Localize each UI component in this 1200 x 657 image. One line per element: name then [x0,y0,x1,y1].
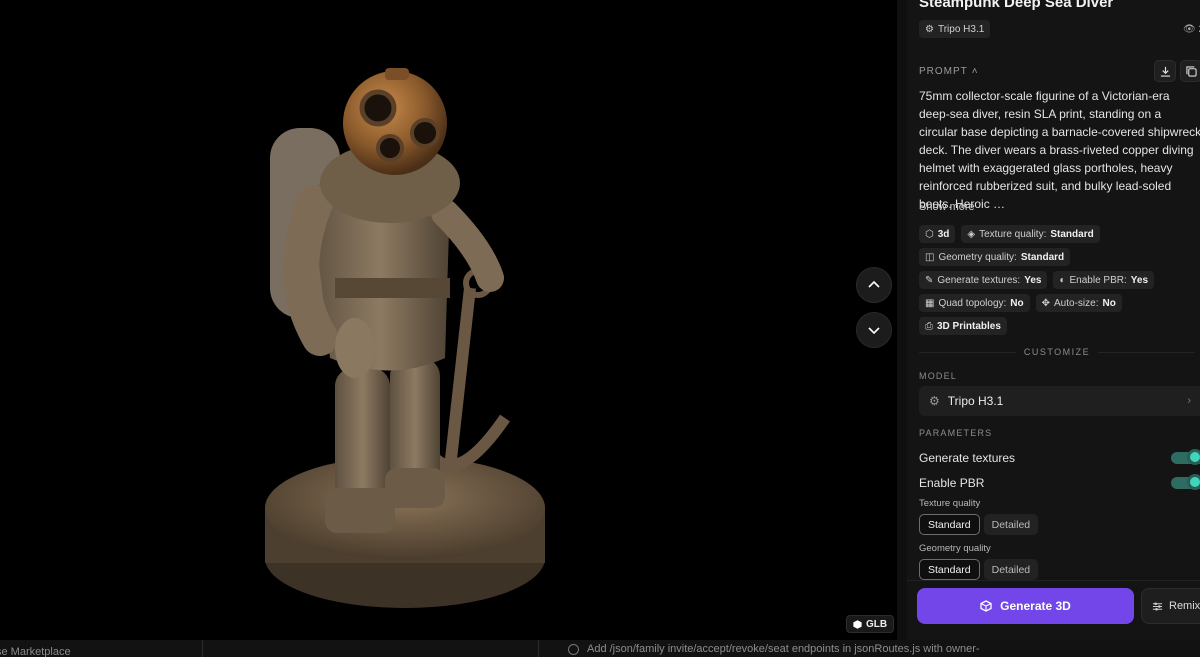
cube-icon [853,619,862,629]
tag-row-1: ⬡ 3d ◈ Texture quality: Standard [919,225,1100,243]
texture-standard-option[interactable]: Standard [919,514,980,535]
geometry-detailed-option[interactable]: Detailed [983,559,1039,580]
model-badge: ⚙ Tripo H3.1 [919,20,991,38]
geometry-quality-label: Geometry quality [919,543,991,554]
sliders-icon [1152,601,1163,611]
generate-3d-label: Generate 3D [1000,599,1071,613]
details-panel: Steampunk Deep Sea Diver ⚙ Tripo H3.1 👁 … [907,0,1200,580]
customize-divider: CUSTOMIZE [919,347,1195,357]
circle-icon [568,643,579,655]
background-left-text: se Marketplace [0,646,71,657]
generate-3d-button[interactable]: Generate 3D [917,588,1134,624]
material-icon: ◐ [1059,274,1066,286]
prompt-toggle[interactable]: PROMPT ˄ [919,66,979,77]
chevron-up-icon: ˄ [971,66,979,77]
parameters-label: PARAMETERS [919,428,993,438]
divider [202,640,203,657]
eye-icon: 👁 [1182,24,1196,35]
generate-textures-row: Generate textures [919,451,1200,465]
brush-icon: ✎ [925,274,934,286]
copy-icon [1185,65,1197,77]
divider [538,640,539,657]
copy-button[interactable] [1180,60,1200,82]
move-icon: ✥ [1041,297,1051,309]
download-button[interactable] [1154,60,1176,82]
background-task-text: Add /json/family invite/accept/revoke/se… [587,643,980,655]
next-model-button[interactable] [856,312,892,348]
texture-detailed-option[interactable]: Detailed [983,514,1039,535]
action-bar: Generate 3D Remix [907,580,1200,640]
remix-button[interactable]: Remix [1141,588,1200,624]
diver-model-render [265,68,545,608]
thumbnail-strip[interactable] [897,0,907,640]
geometry-quality-selector: Standard Detailed [919,559,1039,580]
chevron-up-icon [868,280,880,288]
auto-size-tag: ✥ Auto-size: No [1035,294,1122,312]
collection-tag[interactable]: ⎙ 3D Printables [919,317,1007,335]
format-badge-label: GLB [866,618,888,630]
model-select-value: Tripo H3.1 [947,394,1004,408]
prompt-label: PROMPT [919,66,968,77]
enable-pbr-tag: ◐ Enable PBR: Yes [1053,271,1155,289]
gear-icon: ⚙ [925,23,934,35]
customize-label: CUSTOMIZE [1023,347,1091,357]
generate-textures-label: Generate textures [919,451,1016,465]
texture-quality-label: Texture quality [919,498,981,509]
enable-pbr-toggle[interactable] [1171,474,1200,490]
tag-row-4: ▦ Quad topology: No ✥ Auto-size: No [919,294,1122,312]
type-tag: ⬡ 3d [919,225,956,243]
printer-icon: ⎙ [925,320,933,332]
prompt-text: 75mm collector-scale figurine of a Victo… [919,89,1200,211]
background-app: se Marketplace Add /json/family invite/a… [0,640,1200,657]
generate-textures-toggle[interactable] [1171,449,1200,465]
geometry-icon: ◫ [925,251,935,263]
cube-icon: ⬡ [925,228,934,240]
download-icon [1160,66,1170,77]
show-more-link[interactable]: Show more [919,201,975,213]
previous-model-button[interactable] [856,267,892,303]
model-title: Steampunk Deep Sea Diver [919,0,1114,11]
tag-row-5: ⎙ 3D Printables [919,317,1007,335]
tag-row-2: ◫ Geometry quality: Standard [919,248,1071,266]
model-badge-label: Tripo H3.1 [937,23,985,35]
cube-icon [980,600,992,612]
geometry-standard-option[interactable]: Standard [919,559,980,580]
generate-textures-tag: ✎ Generate textures: Yes [919,271,1048,289]
background-task: Add /json/family invite/accept/revoke/se… [568,643,980,655]
enable-pbr-row: Enable PBR [919,476,1200,490]
grid-icon: ▦ [925,297,935,309]
format-badge[interactable]: GLB [846,615,895,633]
enable-pbr-label: Enable PBR [919,476,985,490]
model-section-label: MODEL [919,371,958,381]
texture-icon: ◈ [967,228,976,240]
gear-icon: ⚙ [929,394,940,408]
remix-label: Remix [1169,600,1200,612]
view-count: 👁 2 [1183,24,1200,35]
tag-row-3: ✎ Generate textures: Yes ◐ Enable PBR: Yes [919,271,1155,289]
model-viewer[interactable]: GLB [0,0,897,640]
texture-quality-tag: ◈ Texture quality: Standard [961,225,1100,243]
texture-quality-selector: Standard Detailed [919,514,1039,535]
model-select[interactable]: ⚙ Tripo H3.1 › [919,386,1200,416]
chevron-right-icon: › [1187,395,1191,407]
chevron-down-icon [868,327,880,335]
quad-topology-tag: ▦ Quad topology: No [919,294,1030,312]
geometry-quality-tag: ◫ Geometry quality: Standard [919,248,1071,266]
